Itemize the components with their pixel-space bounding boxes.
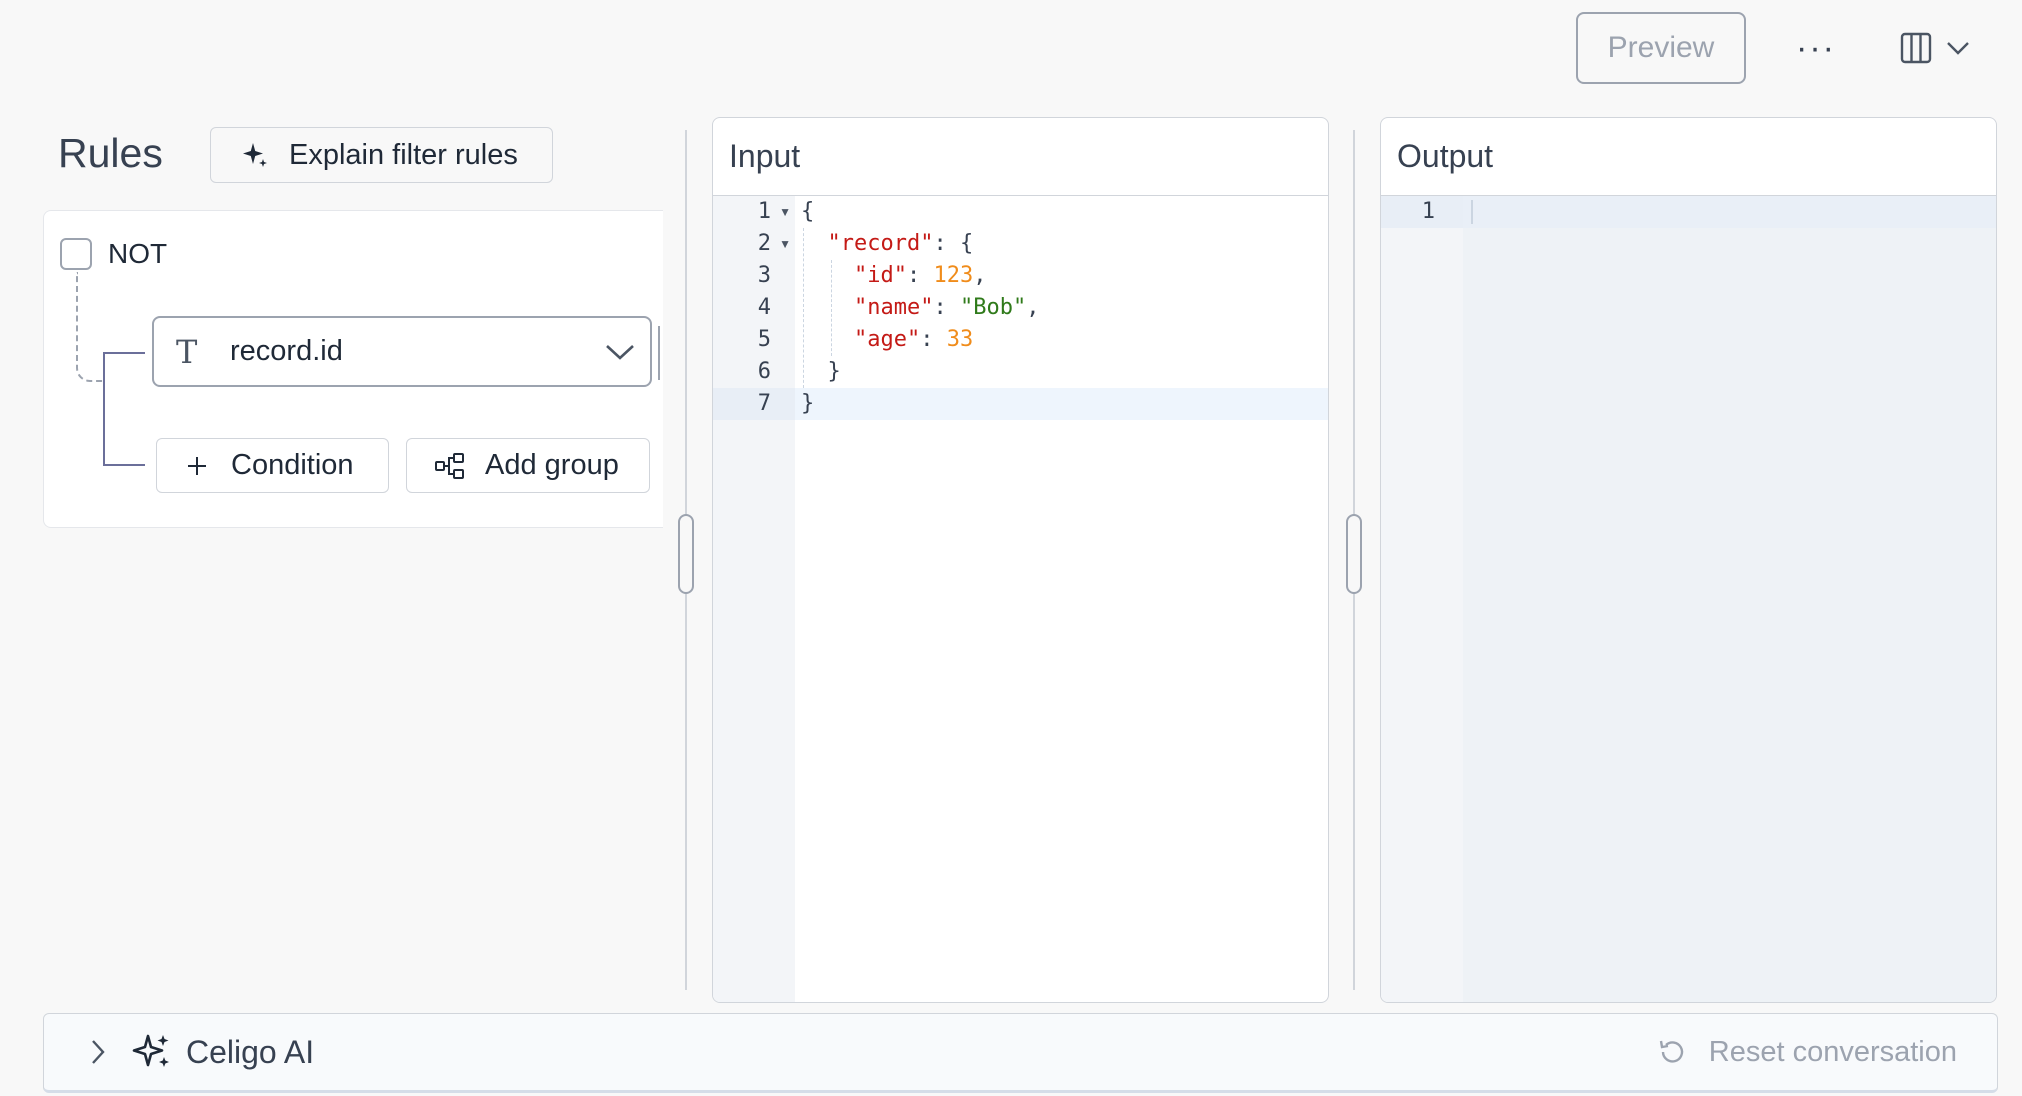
input-gutter: 1 ▼ 2 ▼ 3 4 5 6 7 xyxy=(713,196,795,1002)
code-token: "record" xyxy=(827,231,934,256)
group-connector xyxy=(76,272,104,382)
input-editor[interactable]: Input 1 ▼ 2 ▼ 3 4 5 6 7 { "record": { "id": 123,… xyxy=(712,117,1329,1003)
code-line: } xyxy=(795,356,1328,388)
celigo-ai-title: Celigo AI xyxy=(186,1033,315,1070)
add-group-label: Add group xyxy=(485,449,619,481)
output-editor-title: Output xyxy=(1381,118,1996,196)
columns-icon xyxy=(1900,32,1932,64)
chevron-down-icon xyxy=(590,343,650,361)
code-token: : xyxy=(933,295,960,320)
code-line: "age": 33 xyxy=(795,324,1328,356)
chevron-down-icon xyxy=(1947,42,1969,55)
sparkle-icon xyxy=(243,143,267,167)
code-token: , xyxy=(1026,295,1040,320)
input-editor-title: Input xyxy=(713,118,1328,196)
active-line-gutter xyxy=(713,388,795,420)
line-number: 6 xyxy=(757,359,771,384)
line-number: 1 xyxy=(1421,199,1435,224)
line-number: 1 xyxy=(757,199,771,224)
rules-title: Rules xyxy=(58,130,163,176)
code-token: 123 xyxy=(933,263,974,288)
add-condition-button[interactable]: Condition xyxy=(156,438,389,493)
more-options-icon: ··· xyxy=(1796,28,1836,67)
add-group-button[interactable]: Add group xyxy=(406,438,650,493)
code-token: "Bob" xyxy=(959,295,1027,320)
field-select-value: record.id xyxy=(230,335,343,367)
code-line: "record": { xyxy=(795,228,1328,260)
code-line: "id": 123, xyxy=(795,260,1328,292)
not-checkbox[interactable] xyxy=(60,238,92,270)
code-token: : xyxy=(920,327,947,352)
add-condition-label: Condition xyxy=(231,449,354,481)
input-code-area[interactable]: { "record": { "id": 123, "name": "Bob", … xyxy=(795,196,1328,1002)
line-number: 7 xyxy=(757,391,771,416)
text-type-icon: T xyxy=(176,332,198,371)
celigo-ai-bar[interactable]: Celigo AI Reset conversation xyxy=(43,1013,1998,1093)
code-token: : xyxy=(906,263,934,288)
fold-toggle-icon[interactable]: ▼ xyxy=(779,228,791,260)
operator-select-edge[interactable] xyxy=(658,326,662,380)
preview-button[interactable]: Preview xyxy=(1576,12,1746,84)
reset-icon xyxy=(1659,1040,1683,1063)
output-code-area[interactable] xyxy=(1463,196,1996,1002)
code-line: "name": "Bob", xyxy=(795,292,1328,324)
line-number: 4 xyxy=(757,295,771,320)
active-line xyxy=(1463,196,1996,228)
code-token: 33 xyxy=(946,327,974,352)
code-token: : { xyxy=(933,231,974,256)
sparkle-icon xyxy=(132,1033,172,1071)
add-group-icon xyxy=(435,452,464,479)
code-token: "age" xyxy=(853,327,921,352)
more-options-button[interactable]: ··· xyxy=(1792,22,1840,74)
code-token: { xyxy=(801,199,815,224)
explain-filter-rules-label: Explain filter rules xyxy=(289,138,518,171)
tree-connector xyxy=(103,352,145,466)
fold-toggle-icon[interactable]: ▼ xyxy=(779,196,791,228)
code-token: } xyxy=(801,391,815,416)
code-token: } xyxy=(801,359,841,384)
text-cursor xyxy=(1471,200,1473,224)
line-number: 5 xyxy=(757,327,771,352)
code-line: { xyxy=(795,196,1328,228)
code-token: "id" xyxy=(853,263,907,288)
output-gutter: 1 xyxy=(1381,196,1463,1002)
layout-toggle-button[interactable] xyxy=(1900,22,1990,74)
reset-conversation-label: Reset conversation xyxy=(1708,1035,1957,1068)
explain-filter-rules-button[interactable]: Explain filter rules xyxy=(210,127,553,183)
field-select[interactable]: T record.id xyxy=(152,316,652,387)
code-line: } xyxy=(795,388,1328,420)
plus-icon xyxy=(188,456,206,475)
not-label: NOT xyxy=(108,238,168,269)
reset-conversation-button[interactable]: Reset conversation xyxy=(1657,1036,1957,1069)
output-editor[interactable]: Output 1 xyxy=(1380,117,1997,1003)
line-number: 3 xyxy=(757,263,771,288)
splitter-handle-right[interactable] xyxy=(1346,514,1362,594)
code-token: "name" xyxy=(853,295,934,320)
splitter-handle-left[interactable] xyxy=(678,514,694,594)
line-number: 2 xyxy=(757,231,771,256)
chevron-right-icon[interactable] xyxy=(90,1038,110,1066)
code-token: , xyxy=(973,263,987,288)
